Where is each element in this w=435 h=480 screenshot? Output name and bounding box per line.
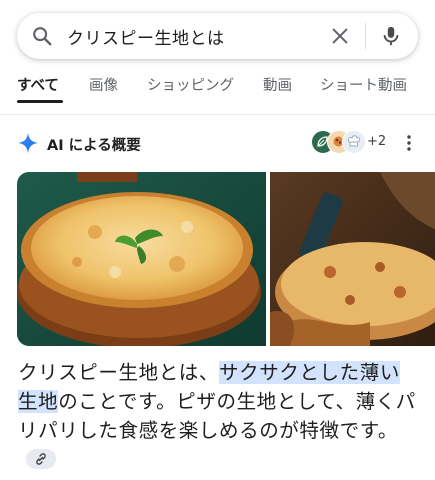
search-bar[interactable]: クリスピー生地とは — [17, 13, 418, 59]
search-divider — [365, 23, 366, 49]
clear-icon[interactable] — [329, 25, 351, 47]
crispy-pizza-image[interactable] — [270, 172, 435, 346]
ai-overview-title: AI による概要 — [47, 138, 141, 154]
margherita-pizza-image[interactable] — [17, 172, 266, 346]
tabs-divider — [0, 114, 435, 115]
tab-images[interactable]: 画像 — [89, 74, 118, 95]
search-icon[interactable] — [31, 25, 53, 47]
more-options-icon[interactable] — [406, 134, 412, 152]
ai-overview-images — [17, 172, 435, 346]
answer-text-rest: のことです。ピザの生地として、薄くパリパリした食感を楽しめるのが特徴です。 — [18, 390, 416, 442]
ai-overview-header: AI による概要 +2 — [17, 130, 418, 158]
tab-short-videos[interactable]: ショート動画 — [320, 74, 407, 95]
link-icon — [36, 452, 46, 465]
source-favicon-chef[interactable] — [342, 130, 366, 154]
more-sources-count[interactable]: +2 — [367, 134, 386, 149]
source-link-chip[interactable] — [26, 448, 56, 469]
answer-text-intro: クリスピー生地とは、 — [18, 361, 220, 384]
active-tab-indicator — [17, 100, 63, 103]
ai-overview-answer: クリスピー生地とは、サクサクとした薄い生地のことです。ピザの生地として、薄くパリ… — [18, 358, 420, 474]
search-input[interactable]: クリスピー生地とは — [67, 24, 329, 49]
search-tabs: すべて 画像 ショッピング 動画 ショート動画 — [0, 74, 435, 104]
tab-videos[interactable]: 動画 — [263, 74, 292, 95]
tab-all[interactable]: すべて — [17, 74, 59, 95]
gemini-sparkle-icon — [17, 132, 39, 154]
tab-shopping[interactable]: ショッピング — [147, 74, 234, 95]
microphone-icon[interactable] — [380, 25, 402, 47]
